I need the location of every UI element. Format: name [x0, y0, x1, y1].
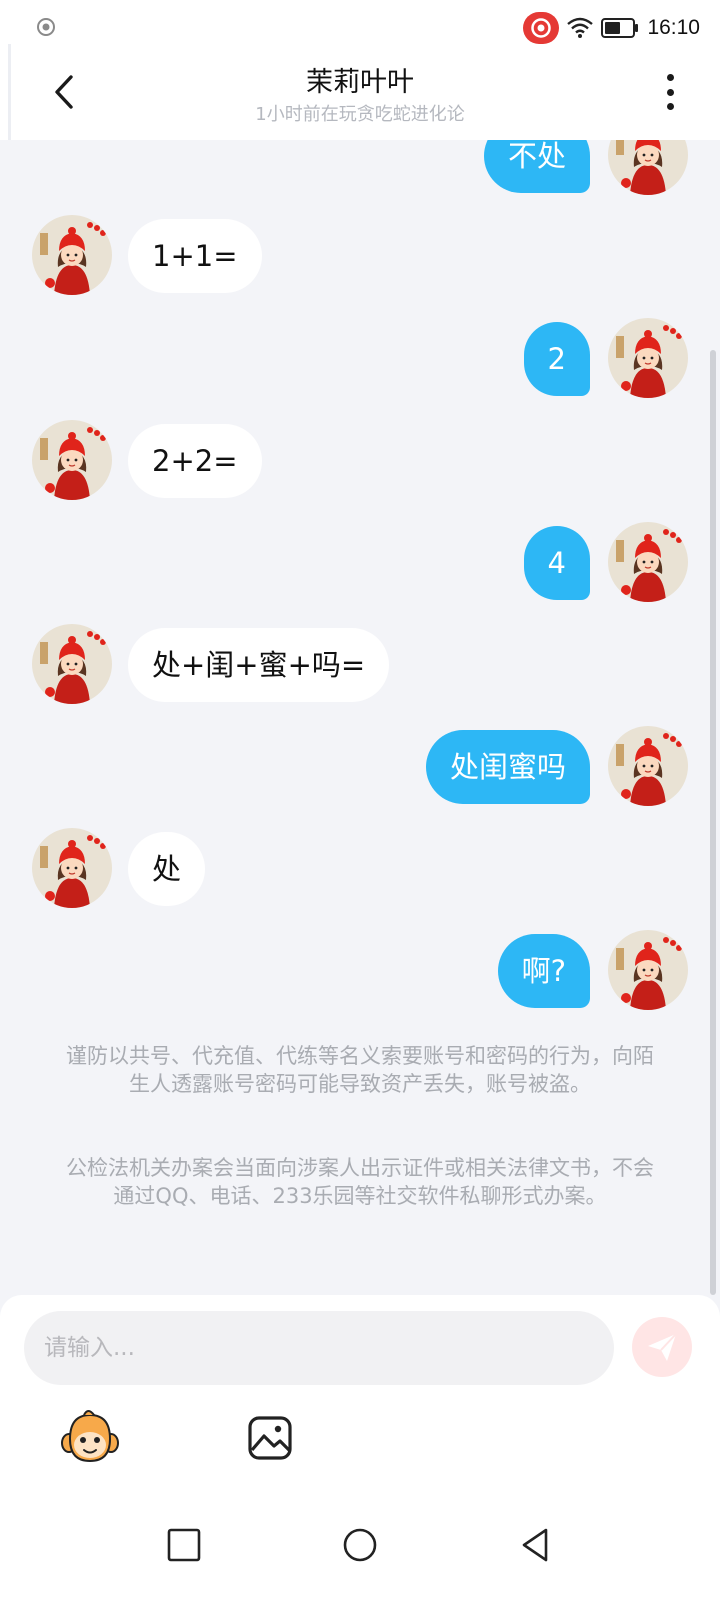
message-bubble[interactable]: 不处	[483, 140, 590, 193]
chat-area[interactable]: 不处 1+1= 2 2+2= 4 处+闺+蜜+吗= 处闺蜜吗处啊? 谨防以共号、代充值、代练…	[0, 140, 720, 1295]
contact-name: 茉莉叶叶	[306, 67, 414, 98]
message-row-sent: 4	[0, 522, 720, 602]
message-row-sent: 处闺蜜吗	[0, 726, 720, 806]
avatar[interactable]	[32, 420, 112, 500]
more-icon-dot	[666, 88, 674, 96]
avatar[interactable]	[608, 930, 688, 1010]
security-notice: 谨防以共号、代充值、代练等名义索要账号和密码的行为，向陌生人透露账号密码可能导致…	[66, 1044, 654, 1096]
message-bubble[interactable]: 4	[523, 526, 590, 600]
message-bubble[interactable]: 啊?	[497, 934, 590, 1008]
emoji-icon[interactable]	[60, 1409, 120, 1465]
message-bubble[interactable]: 处闺蜜吗	[425, 730, 590, 804]
avatar[interactable]	[32, 828, 112, 908]
composer-panel	[0, 1295, 720, 1495]
back-nav-icon[interactable]	[516, 1525, 556, 1565]
more-button[interactable]	[656, 70, 684, 114]
avatar[interactable]	[32, 215, 112, 295]
message-input[interactable]	[24, 1311, 614, 1385]
image-icon[interactable]	[246, 1414, 294, 1462]
message-row-received: 1+1=	[0, 215, 720, 295]
location-icon	[37, 18, 55, 36]
message-row-received: 处	[0, 828, 720, 908]
wifi-icon	[567, 17, 594, 38]
send-icon	[648, 1333, 677, 1361]
message-row-sent: 2	[0, 318, 720, 398]
avatar[interactable]	[608, 522, 688, 602]
more-icon-dot	[666, 103, 674, 110]
more-icon	[666, 74, 674, 81]
home-icon[interactable]	[340, 1525, 380, 1565]
message-bubble[interactable]: 处+闺+蜜+吗=	[128, 628, 390, 702]
message-bubble[interactable]: 1+1=	[128, 219, 262, 293]
message-row-sent: 不处	[0, 140, 720, 195]
legal-notice: 公检法机关办案会当面向涉案人出示证件或相关法律文书，不会通过QQ、电话、233乐…	[66, 1156, 654, 1208]
system-nav-bar	[0, 1495, 720, 1600]
battery-icon	[601, 18, 639, 38]
message-bubble[interactable]: 2	[523, 322, 590, 396]
contact-status: 1小时前在玩贪吃蛇进化论	[255, 104, 465, 125]
chat-header: 茉莉叶叶 1小时前在玩贪吃蛇进化论	[0, 44, 720, 140]
message-bubble[interactable]: 2+2=	[128, 424, 262, 498]
avatar[interactable]	[608, 318, 688, 398]
message-bubble[interactable]: 处	[128, 832, 206, 906]
avatar[interactable]	[608, 726, 688, 806]
message-row-received: 2+2=	[0, 420, 720, 500]
avatar[interactable]	[608, 140, 688, 195]
screen-record-icon	[523, 12, 560, 44]
send-button[interactable]	[632, 1317, 692, 1377]
message-row-received: 处+闺+蜜+吗=	[0, 624, 720, 704]
avatar[interactable]	[32, 624, 112, 704]
message-row-sent: 啊?	[0, 930, 720, 1010]
recents-icon[interactable]	[164, 1525, 204, 1565]
status-time: 16:10	[647, 16, 700, 39]
